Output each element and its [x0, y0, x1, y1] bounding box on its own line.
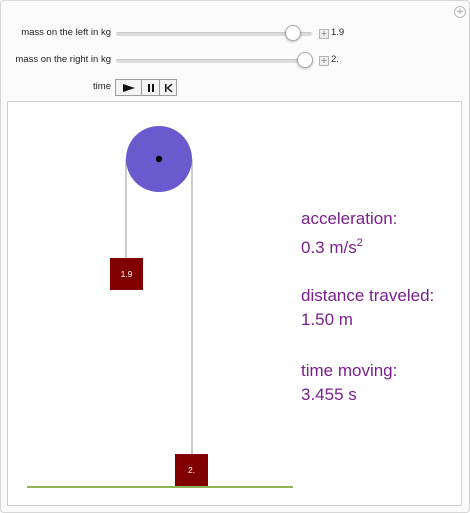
acceleration-value: 0.3 m/s2	[301, 237, 363, 257]
distance-value: 1.50 m	[301, 310, 353, 329]
play-icon	[122, 83, 135, 92]
options-plus-icon[interactable]: +	[454, 6, 466, 18]
distance-label: distance traveled:	[301, 286, 435, 305]
acceleration-exponent: 2	[356, 237, 363, 249]
animation-controls	[115, 79, 177, 96]
right-mass-label: mass on the right in kg	[15, 54, 111, 65]
simulation-view: 1.9 2. acceleration: 0.3 m/s2 distance t…	[7, 101, 462, 506]
left-mass-slider-track[interactable]	[116, 32, 312, 36]
right-mass-plus-icon[interactable]: +	[319, 56, 329, 66]
left-mass-label: mass on the left in kg	[21, 27, 111, 38]
pause-icon	[147, 83, 154, 92]
left-mass-plus-icon[interactable]: +	[319, 29, 329, 39]
left-mass-value: 1.9	[331, 27, 345, 38]
pause-button[interactable]	[142, 80, 160, 95]
right-mass-slider-track[interactable]	[116, 59, 312, 63]
reset-button[interactable]	[160, 80, 176, 95]
acceleration-label: acceleration:	[301, 209, 398, 228]
right-mass-value: 2.	[331, 54, 339, 65]
pulley-axle	[155, 155, 163, 163]
left-mass-block-label: 1.9	[121, 269, 133, 279]
time-moving-value: 3.455 s	[301, 385, 357, 404]
reset-icon	[164, 82, 172, 93]
right-mass-block-label: 2.	[188, 465, 195, 475]
time-moving-label: time moving:	[301, 361, 398, 380]
play-button[interactable]	[116, 80, 142, 95]
time-label: time	[93, 81, 111, 92]
